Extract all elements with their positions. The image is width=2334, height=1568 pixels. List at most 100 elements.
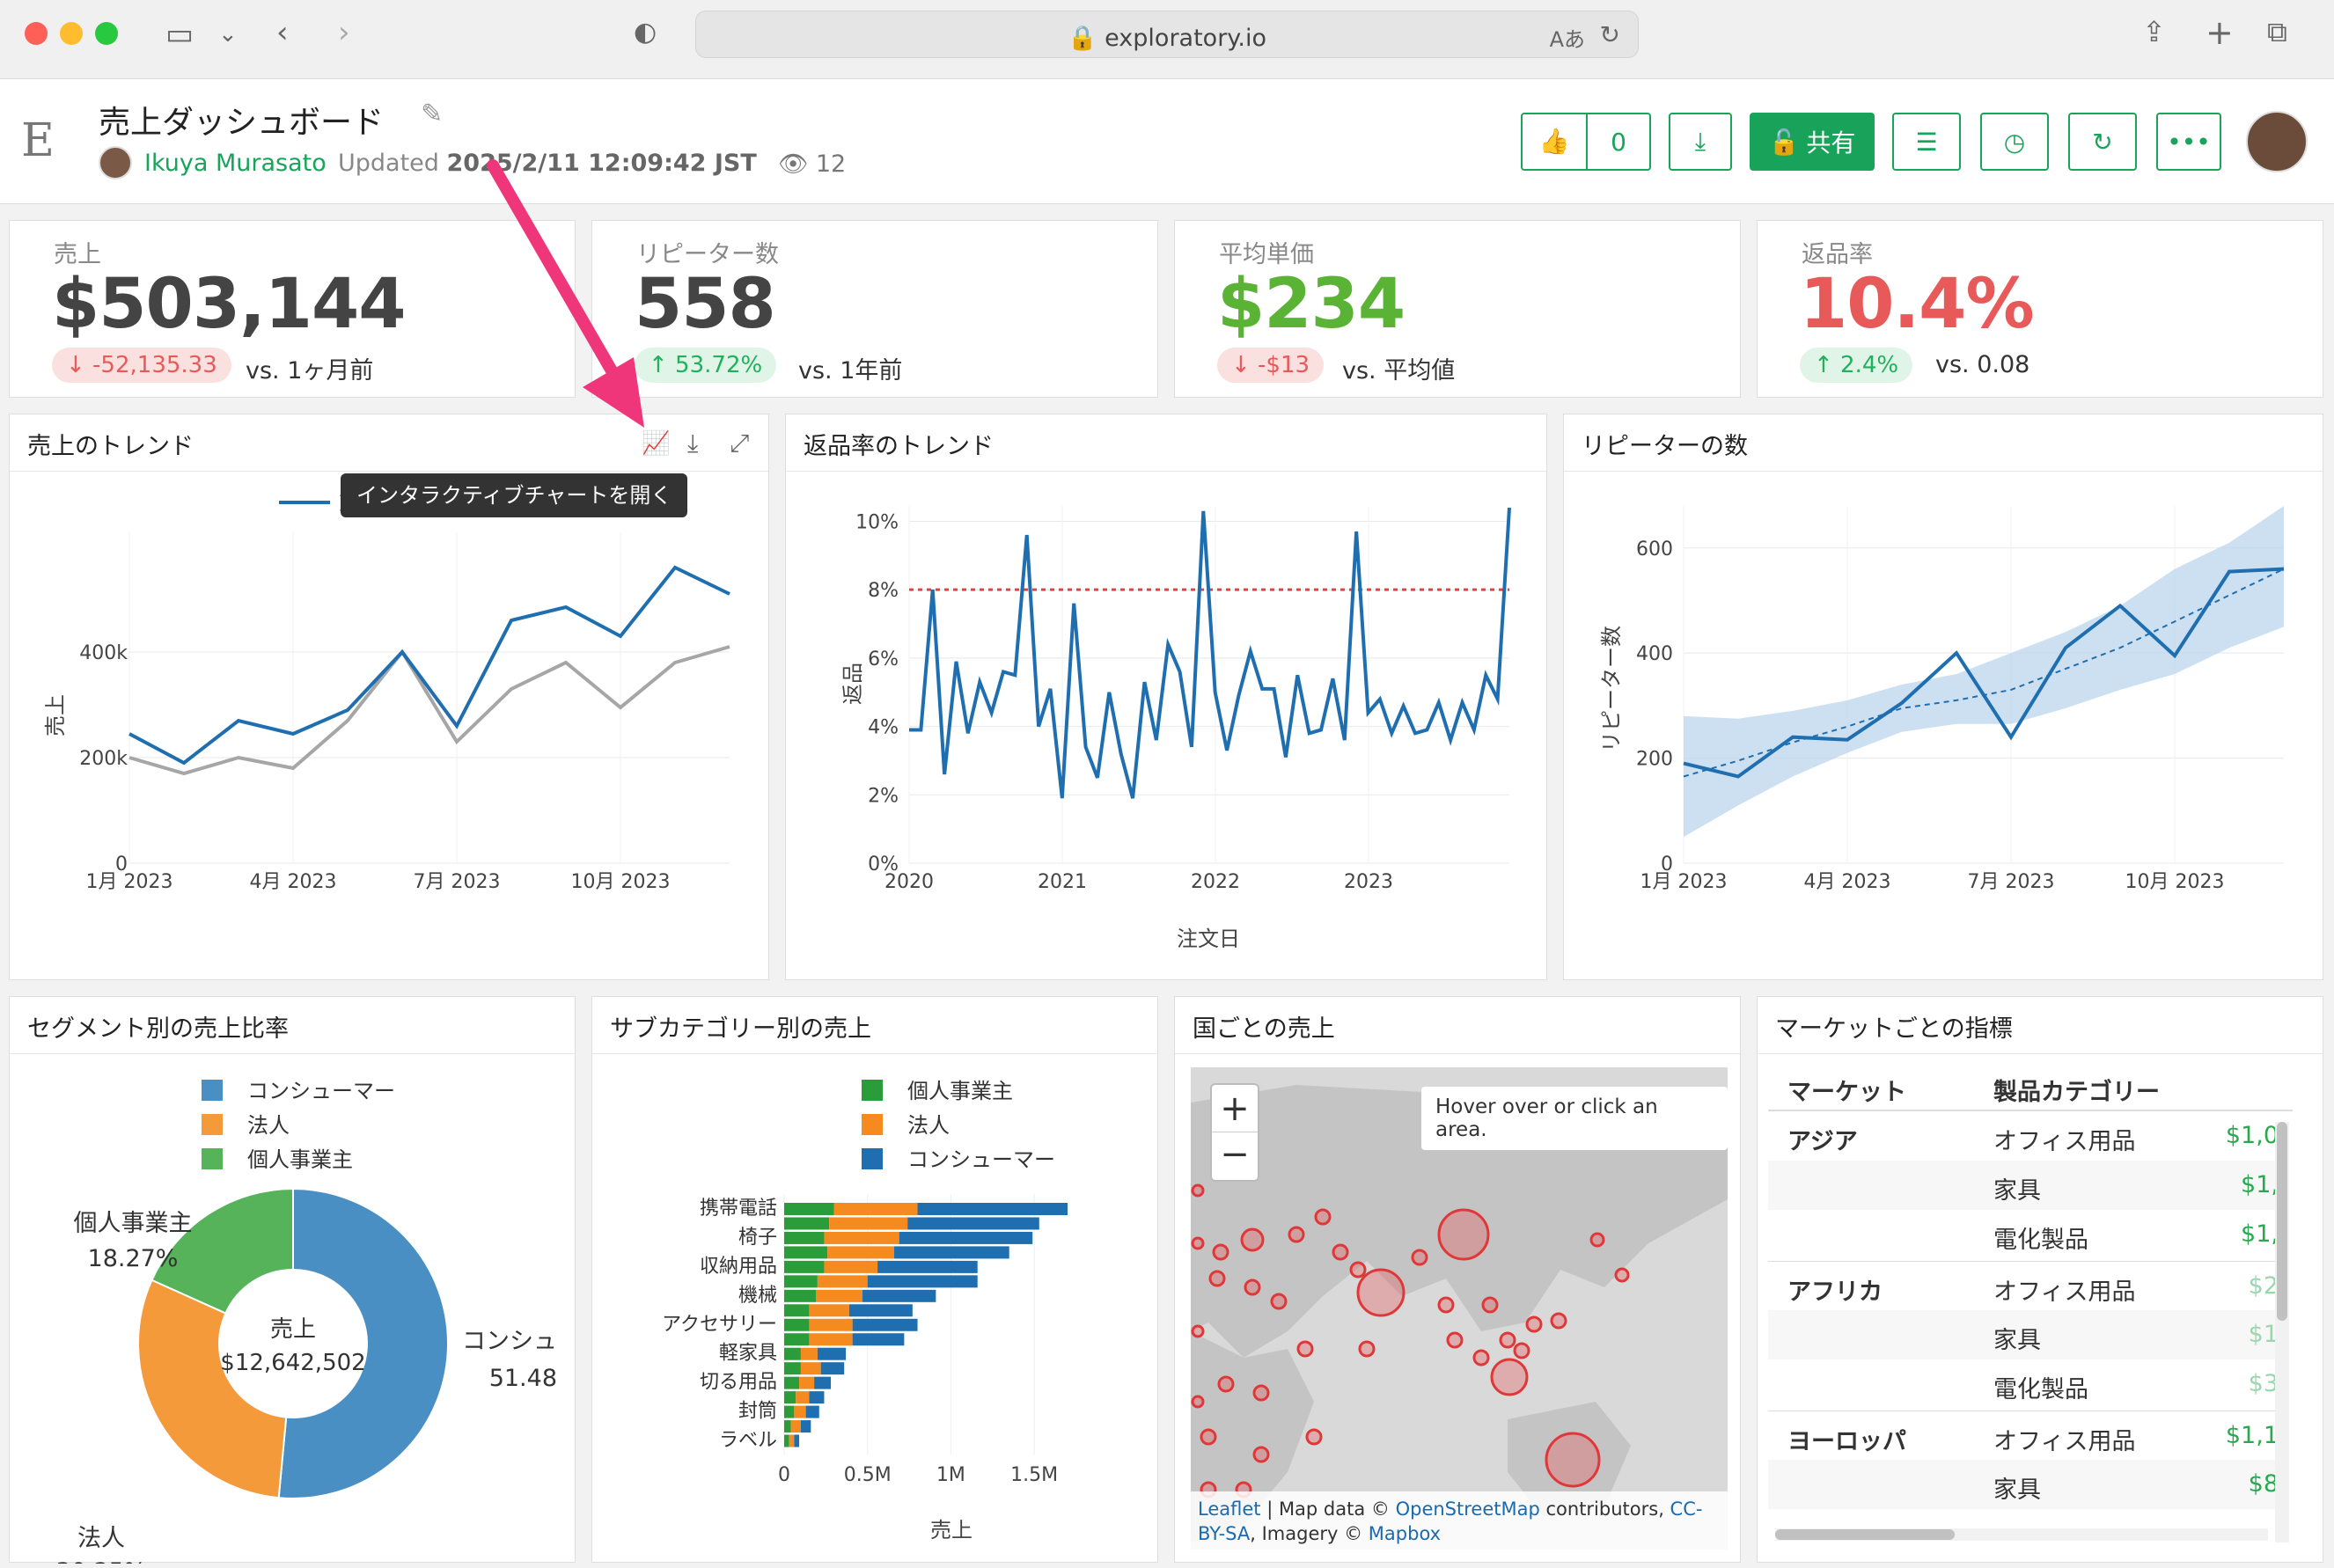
scrollbar-thumb[interactable] (1775, 1529, 1955, 1540)
share-button[interactable]: 🔓 共有 (1750, 113, 1875, 171)
country-sales-marker (1305, 1428, 1323, 1446)
bar-segment (907, 1217, 1039, 1230)
market-cell: アジア (1787, 1128, 1858, 1155)
x-axis-label: 売上 (930, 1518, 972, 1542)
author-link[interactable]: Ikuya Murasato (144, 150, 327, 177)
return-trend-chart[interactable]: 0%2%4%6%8%10%2020 2021 2022 2023返品注文日 (786, 471, 1548, 981)
minimize-window-button[interactable] (60, 22, 83, 45)
kpi-delta: ↓ -52,135.33 (52, 348, 231, 383)
maximize-window-button[interactable] (95, 22, 118, 45)
country-sales-marker (1490, 1358, 1529, 1396)
zoom-in-button[interactable]: + (1212, 1085, 1258, 1132)
country-sales-marker (1191, 1324, 1205, 1338)
y-tick-label: 軽家具 (719, 1343, 777, 1365)
close-window-button[interactable] (25, 22, 48, 45)
table-row[interactable]: 家具 $8 (1768, 1460, 2279, 1509)
clock-icon: ◷ (2003, 127, 2026, 157)
vertical-scrollbar[interactable] (2275, 1122, 2289, 1542)
y-axis-label: リピーター数 (1599, 626, 1624, 752)
legend-swatch (862, 1148, 883, 1169)
bar-segment (809, 1304, 849, 1317)
scrollbar-thumb[interactable] (2277, 1122, 2287, 1321)
table-row[interactable]: アジア オフィス用品 $1,0 (1768, 1111, 2279, 1161)
legend-label: 法人 (907, 1113, 950, 1138)
download-button[interactable]: ⤓ (1669, 113, 1732, 171)
forward-icon[interactable]: › (338, 18, 350, 48)
map-view[interactable]: + − Hover over or click an area. Leaflet… (1191, 1067, 1728, 1550)
y-tick-label: 椅子 (738, 1227, 777, 1249)
x-tick-label: 1月 2023 (1640, 871, 1728, 893)
x-tick-label: 7月 2023 (1968, 871, 2055, 893)
edit-icon[interactable]: ✎ (421, 99, 443, 129)
bar-segment (784, 1275, 818, 1288)
sales-value-cell: $1, (2241, 1171, 2279, 1198)
user-avatar[interactable] (2246, 111, 2308, 172)
bar-segment (877, 1260, 978, 1273)
chart-title: 返品率のトレンド (804, 433, 994, 460)
x-tick-label: 2022 (1191, 871, 1240, 893)
attribution-text: contributors, (1539, 1498, 1670, 1520)
translate-icon[interactable]: Aあ (1550, 22, 1585, 53)
repeaters-chart[interactable]: 02004006001月 2023 4月 2023 7月 2023 10月 2023リ… (1564, 471, 2324, 981)
mapbox-link[interactable]: Mapbox (1369, 1523, 1441, 1544)
slice-percent: 51.48 (489, 1365, 557, 1392)
table-row[interactable]: アフリカ オフィス用品 $2 (1768, 1261, 2279, 1310)
x-tick-label: 1M (936, 1464, 965, 1486)
bar-segment (784, 1362, 801, 1375)
table-row[interactable]: 電化製品 $3 (1768, 1359, 2279, 1409)
subcategory-bar-chart[interactable]: 0 0.5M 1M 1.5M 携帯電話椅子収納用品機械アクセサリー軽家具切る用品封筒ラベ… (592, 1053, 1159, 1564)
share-icon[interactable]: ⇪ (2142, 18, 2166, 46)
refresh-button[interactable]: ↻ (2068, 113, 2137, 171)
more-options-button[interactable]: ••• (2156, 113, 2221, 171)
new-tab-icon[interactable]: + (2206, 16, 2234, 49)
table-row[interactable]: ヨーロッパ オフィス用品 $1,1 (1768, 1410, 2279, 1460)
y-tick-label: 封筒 (738, 1401, 777, 1423)
zoom-out-button[interactable]: − (1212, 1132, 1258, 1180)
table-row[interactable]: 電化製品 $1, (1768, 1210, 2279, 1259)
chevron-down-icon[interactable]: ⌄ (218, 23, 238, 46)
chart-title: 国ごとの売上 (1193, 1015, 1335, 1043)
y-tick-label: 携帯電話 (700, 1198, 777, 1220)
y-tick-label: 10% (855, 511, 899, 533)
filter-settings-button[interactable]: ☰ (1892, 113, 1961, 171)
country-sales-marker (1472, 1349, 1490, 1367)
sales-value-cell: $1,1 (2225, 1422, 2279, 1449)
like-button[interactable]: 👍 0 (1521, 113, 1651, 171)
bar-segment (790, 1420, 801, 1433)
country-sales-marker (1356, 1268, 1406, 1317)
reload-icon[interactable]: ↻ (1600, 20, 1620, 49)
sidebar-toggle-icon[interactable]: ▭ (165, 19, 194, 49)
address-bar[interactable]: 🔒 exploratory.io Aあ ↻ (695, 11, 1639, 58)
download-icon[interactable]: ⤓ (687, 429, 698, 458)
bar-segment (824, 1231, 899, 1244)
x-tick-label: 4月 2023 (1804, 871, 1891, 893)
sales-trend-chart[interactable]: 0200k400k1月 2023 4月 2023 7月 2023 10月 2023売上… (10, 471, 770, 981)
country-sales-marker (1270, 1293, 1288, 1310)
country-sales-marker (1349, 1261, 1367, 1279)
table-row[interactable]: 家具 $1, (1768, 1161, 2279, 1210)
bar-segment (809, 1318, 853, 1331)
column-header[interactable]: 製品カテゴリー (1993, 1073, 2160, 1107)
history-button[interactable]: ◷ (1980, 113, 2049, 171)
leaflet-link[interactable]: Leaflet (1198, 1498, 1261, 1520)
line-chart-icon[interactable]: 📈 (642, 430, 670, 457)
horizontal-scrollbar[interactable] (1775, 1528, 2268, 1541)
bar-segment (784, 1405, 795, 1418)
bar-segment (917, 1203, 1068, 1215)
tabs-overview-icon[interactable]: ⧉ (2267, 18, 2287, 46)
osm-link[interactable]: OpenStreetMap (1396, 1498, 1540, 1520)
category-cell: 電化製品 (1993, 1227, 2088, 1254)
sliders-icon: ☰ (1915, 127, 1938, 157)
market-cell: ヨーロッパ (1787, 1428, 1906, 1455)
app-logo[interactable]: E (21, 114, 55, 167)
bar-segment (809, 1391, 825, 1404)
bar-segment (805, 1405, 819, 1418)
table-row[interactable]: 家具 $1 (1768, 1310, 2279, 1359)
segment-donut-chart[interactable]: 売上$12,642,502コンシューマー法人個人事業主コンシュ51.48法人30… (10, 1053, 576, 1564)
column-header[interactable]: マーケット (1787, 1073, 1906, 1107)
back-icon[interactable]: ‹ (276, 18, 289, 48)
bar-segment (899, 1231, 1033, 1244)
bar-segment (794, 1434, 800, 1447)
expand-icon[interactable]: ⤢ (730, 429, 749, 458)
shield-icon[interactable]: ◐ (634, 19, 657, 46)
